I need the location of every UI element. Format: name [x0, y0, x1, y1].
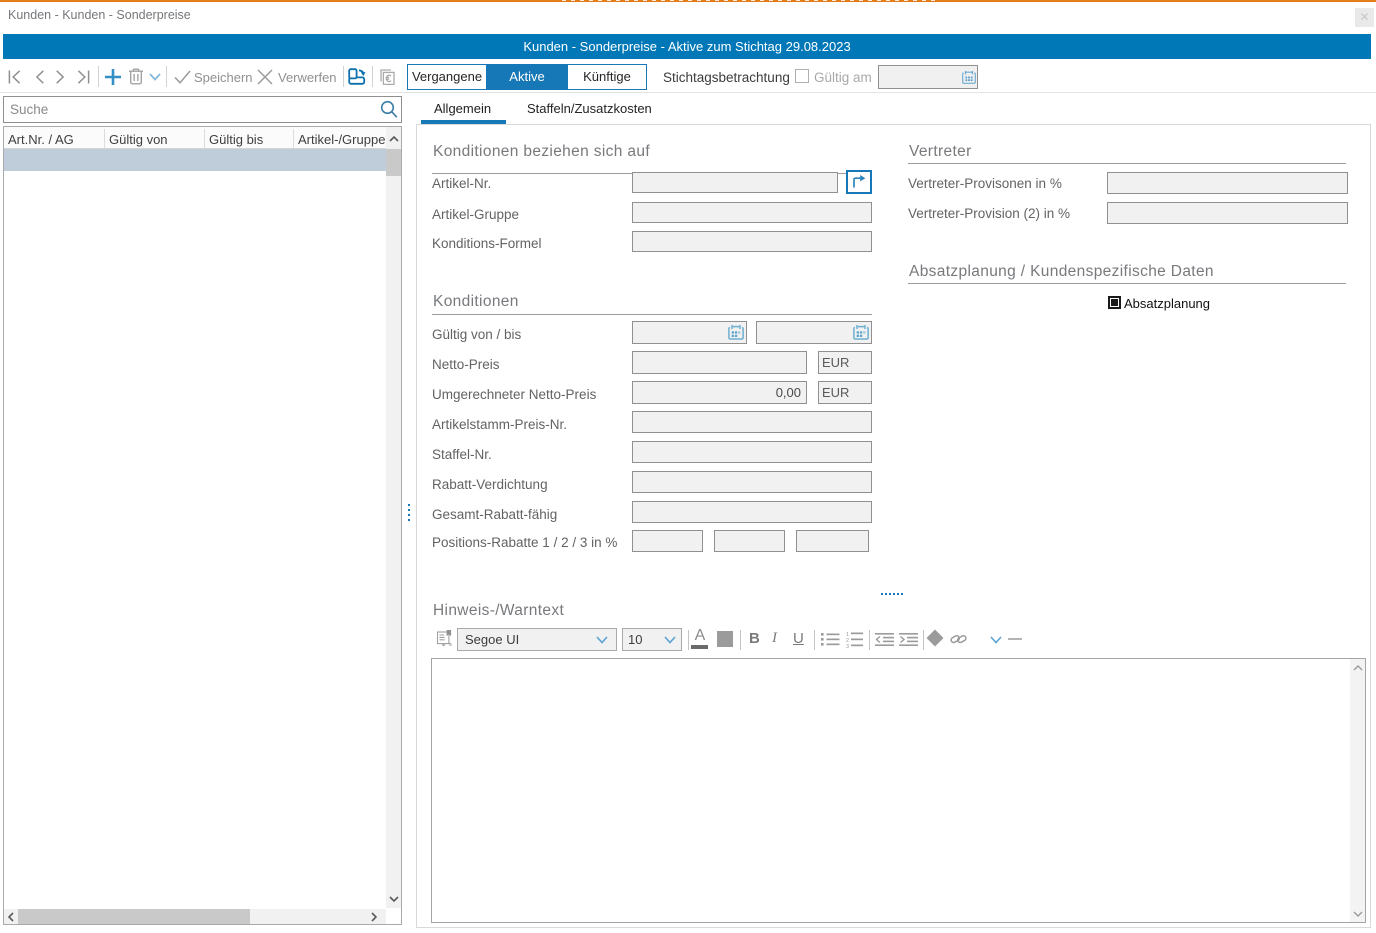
svg-text:3: 3 — [846, 644, 849, 648]
